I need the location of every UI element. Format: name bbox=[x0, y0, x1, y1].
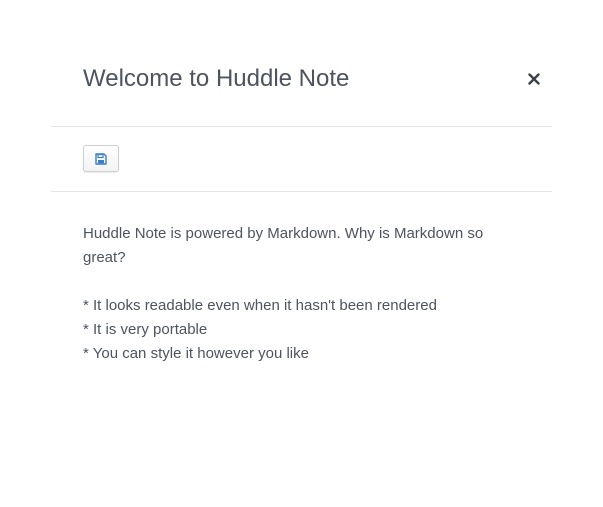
close-icon bbox=[528, 73, 540, 85]
modal-header: Welcome to Huddle Note bbox=[51, 0, 552, 127]
close-button[interactable] bbox=[523, 68, 545, 90]
save-button[interactable] bbox=[83, 145, 119, 172]
modal-toolbar bbox=[51, 127, 552, 192]
modal-title: Welcome to Huddle Note bbox=[83, 65, 350, 92]
note-content[interactable]: Huddle Note is powered by Markdown. Why … bbox=[83, 222, 523, 366]
floppy-disk-icon bbox=[95, 152, 107, 165]
note-list-item: * You can style it however you like bbox=[83, 345, 309, 362]
note-intro: Huddle Note is powered by Markdown. Why … bbox=[83, 225, 484, 266]
note-modal: Welcome to Huddle Note Huddle Note is po… bbox=[51, 0, 552, 507]
note-list-item: * It looks readable even when it hasn't … bbox=[83, 297, 437, 314]
note-list-item: * It is very portable bbox=[83, 321, 208, 338]
